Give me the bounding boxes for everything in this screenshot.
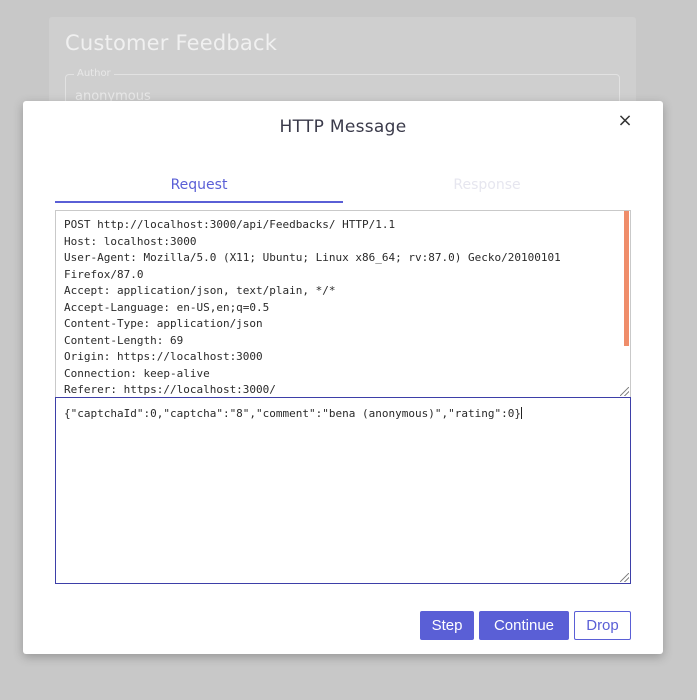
tab-response[interactable]: Response xyxy=(343,171,631,201)
resize-handle-icon[interactable] xyxy=(620,573,629,582)
page-title: Customer Feedback xyxy=(65,31,278,55)
http-message-dialog: HTTP Message × Request Response POST htt… xyxy=(23,101,663,654)
request-body-textarea[interactable]: {"captchaId":0,"captcha":"8","comment":"… xyxy=(55,397,631,584)
dialog-title: HTTP Message xyxy=(279,117,407,137)
request-body-text: {"captchaId":0,"captcha":"8","comment":"… xyxy=(64,407,521,420)
scrollbar-thumb[interactable] xyxy=(624,211,629,346)
scrollbar[interactable] xyxy=(622,211,630,397)
request-headers-textarea[interactable]: POST http://localhost:3000/api/Feedbacks… xyxy=(55,210,631,398)
request-headers-text: POST http://localhost:3000/api/Feedbacks… xyxy=(64,218,561,396)
resize-handle-icon[interactable] xyxy=(620,387,629,396)
drop-button[interactable]: Drop xyxy=(574,611,631,640)
author-field-label: Author xyxy=(74,68,114,79)
tab-request[interactable]: Request xyxy=(55,171,343,203)
text-caret xyxy=(520,407,522,419)
close-icon[interactable]: × xyxy=(616,111,634,131)
continue-button[interactable]: Continue xyxy=(479,611,569,640)
step-button[interactable]: Step xyxy=(420,611,474,640)
tab-bar: Request Response xyxy=(55,171,631,203)
